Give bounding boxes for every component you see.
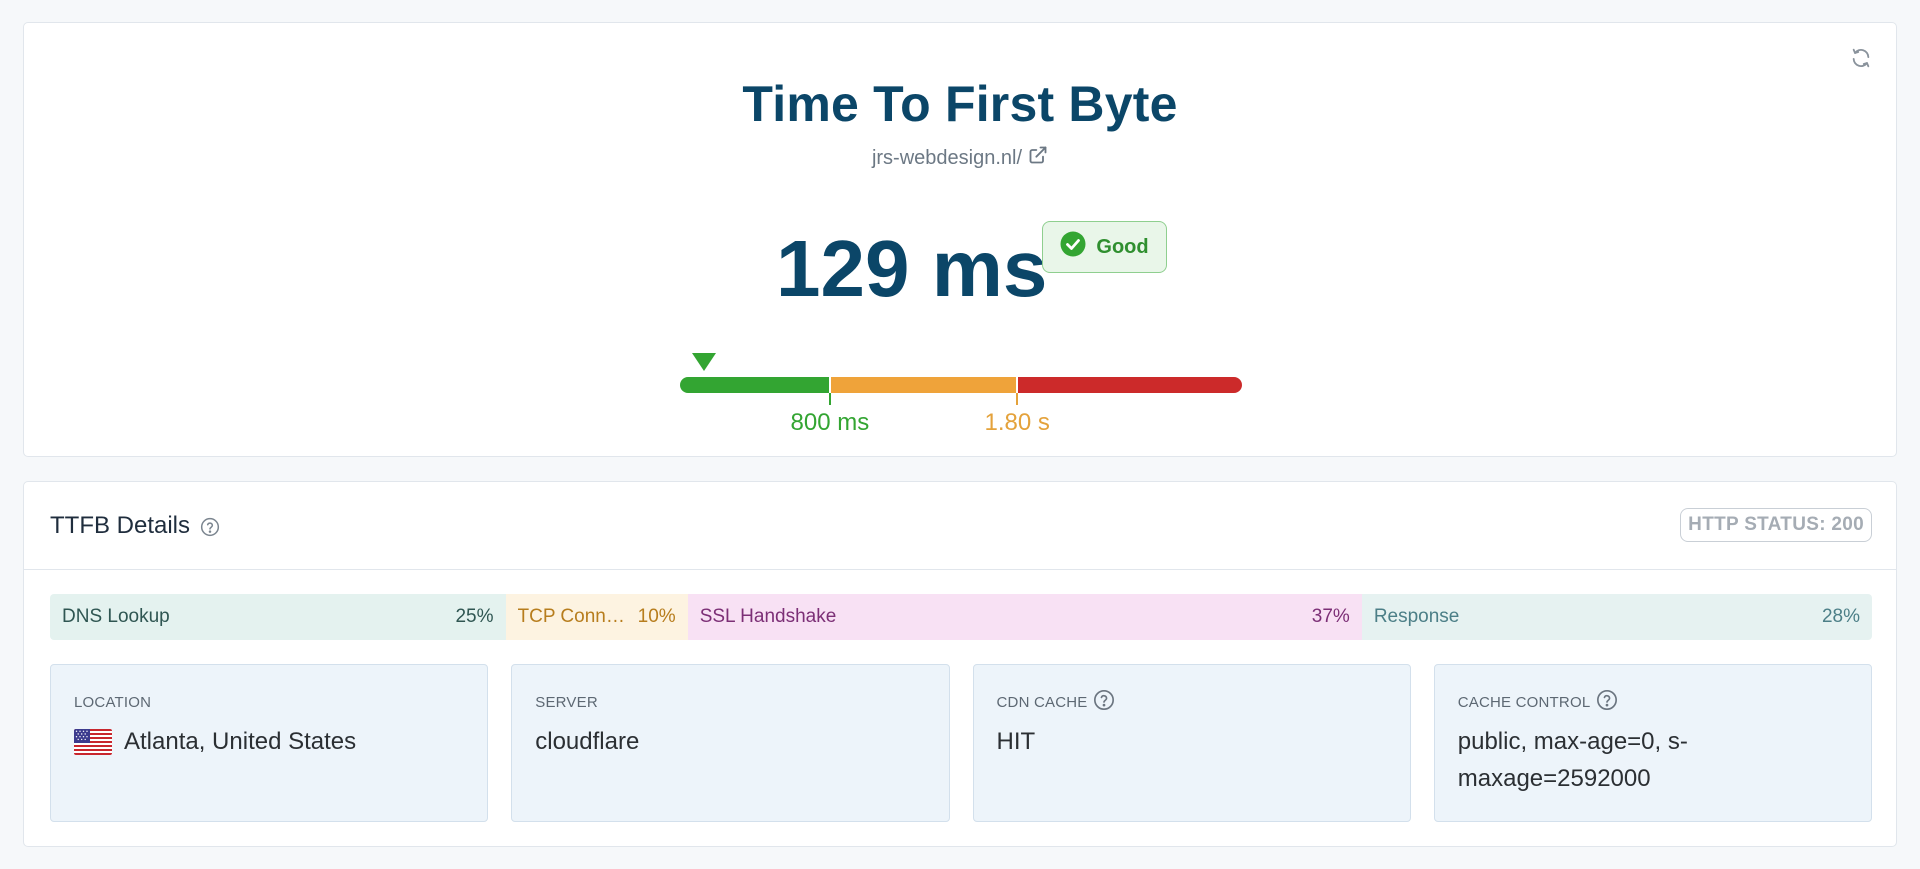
gauge-bar [680, 377, 1242, 393]
breakdown-percent: 37% [1311, 606, 1350, 627]
cdn-cache-box: CDN CACHE HIT [972, 664, 1411, 822]
breakdown-label: TCP Connection [517, 606, 630, 627]
location-label: LOCATION [74, 693, 152, 711]
breakdown-label: DNS Lookup [62, 606, 170, 627]
info-boxes: LOCATION Atlanta, United States SERVER c… [50, 664, 1872, 822]
ttfb-value: 129 ms [776, 224, 1048, 313]
gauge-marker [692, 353, 717, 371]
tested-url-link[interactable]: jrs-webdesign.nl/ [24, 145, 1896, 171]
ttfb-summary-card: Time To First Byte jrs-webdesign.nl/ 129… [23, 22, 1897, 457]
location-value-row: Atlanta, United States [74, 723, 463, 760]
server-value: cloudflare [535, 728, 640, 755]
help-circle-icon[interactable] [1596, 689, 1618, 715]
ttfb-gauge: 800 ms 1.80 s [680, 353, 1242, 436]
rating-badge: Good [1042, 221, 1167, 273]
details-title-row: TTFB Details [50, 512, 220, 540]
cache-control-label-row: CACHE CONTROL [1457, 689, 1847, 715]
ttfb-details-card: TTFB Details HTTP STATUS: 200 DNS Lookup… [23, 481, 1897, 847]
cache-control-box: CACHE CONTROL public, max-age=0, s-maxag… [1433, 664, 1872, 822]
tested-url-text: jrs-webdesign.nl/ [871, 146, 1023, 169]
breakdown-percent: 25% [455, 606, 494, 627]
server-label: SERVER [535, 693, 598, 711]
cdn-cache-value: HIT [996, 728, 1036, 755]
cdn-cache-label-row: CDN CACHE [996, 689, 1386, 715]
details-header: TTFB Details HTTP STATUS: 200 [24, 482, 1896, 570]
http-status-badge: HTTP STATUS: 200 [1680, 508, 1872, 542]
gauge-segment-2 [1017, 377, 1242, 393]
breakdown-segment-dns-lookup[interactable]: DNS Lookup 25% [50, 594, 506, 640]
gauge-segment-1 [829, 377, 1018, 393]
cache-control-label: CACHE CONTROL [1457, 693, 1591, 711]
external-link-icon [1028, 145, 1048, 171]
gauge-segment-0 [680, 377, 830, 393]
help-circle-icon[interactable] [200, 516, 220, 537]
breakdown-percent: 28% [1821, 606, 1860, 627]
breakdown-label: SSL Handshake [699, 606, 837, 627]
us-flag-icon [74, 729, 112, 755]
help-circle-icon[interactable] [1093, 689, 1115, 715]
refresh-icon[interactable] [1850, 47, 1872, 69]
gauge-threshold-label-0: 800 ms [790, 409, 870, 436]
server-box: SERVER cloudflare [511, 664, 950, 822]
rating-label: Good [1096, 235, 1149, 258]
details-title: TTFB Details [50, 512, 191, 539]
location-box: LOCATION Atlanta, United States [50, 664, 489, 822]
ttfb-breakdown-bar: DNS Lookup 25% TCP Connection 10% SSL Handsh… [50, 594, 1872, 640]
breakdown-segment-tcp-connection[interactable]: TCP Connection 10% [505, 594, 688, 640]
gauge-threshold-tick-0 [828, 375, 831, 405]
cache-control-value: public, max-age=0, s-maxage=2592000 [1457, 728, 1688, 792]
cdn-cache-label: CDN CACHE [996, 693, 1088, 711]
page-title: Time To First Byte [742, 76, 1178, 132]
gauge-threshold-tick-1 [1016, 375, 1019, 405]
breakdown-label: Response [1373, 606, 1460, 627]
location-value: Atlanta, United States [124, 728, 357, 755]
check-circle-icon [1060, 231, 1086, 263]
gauge-threshold-label-1: 1.80 s [984, 409, 1050, 436]
breakdown-segment-response[interactable]: Response 28% [1361, 594, 1872, 640]
breakdown-percent: 10% [637, 606, 676, 627]
breakdown-segment-ssl-handshake[interactable]: SSL Handshake 37% [687, 594, 1362, 640]
